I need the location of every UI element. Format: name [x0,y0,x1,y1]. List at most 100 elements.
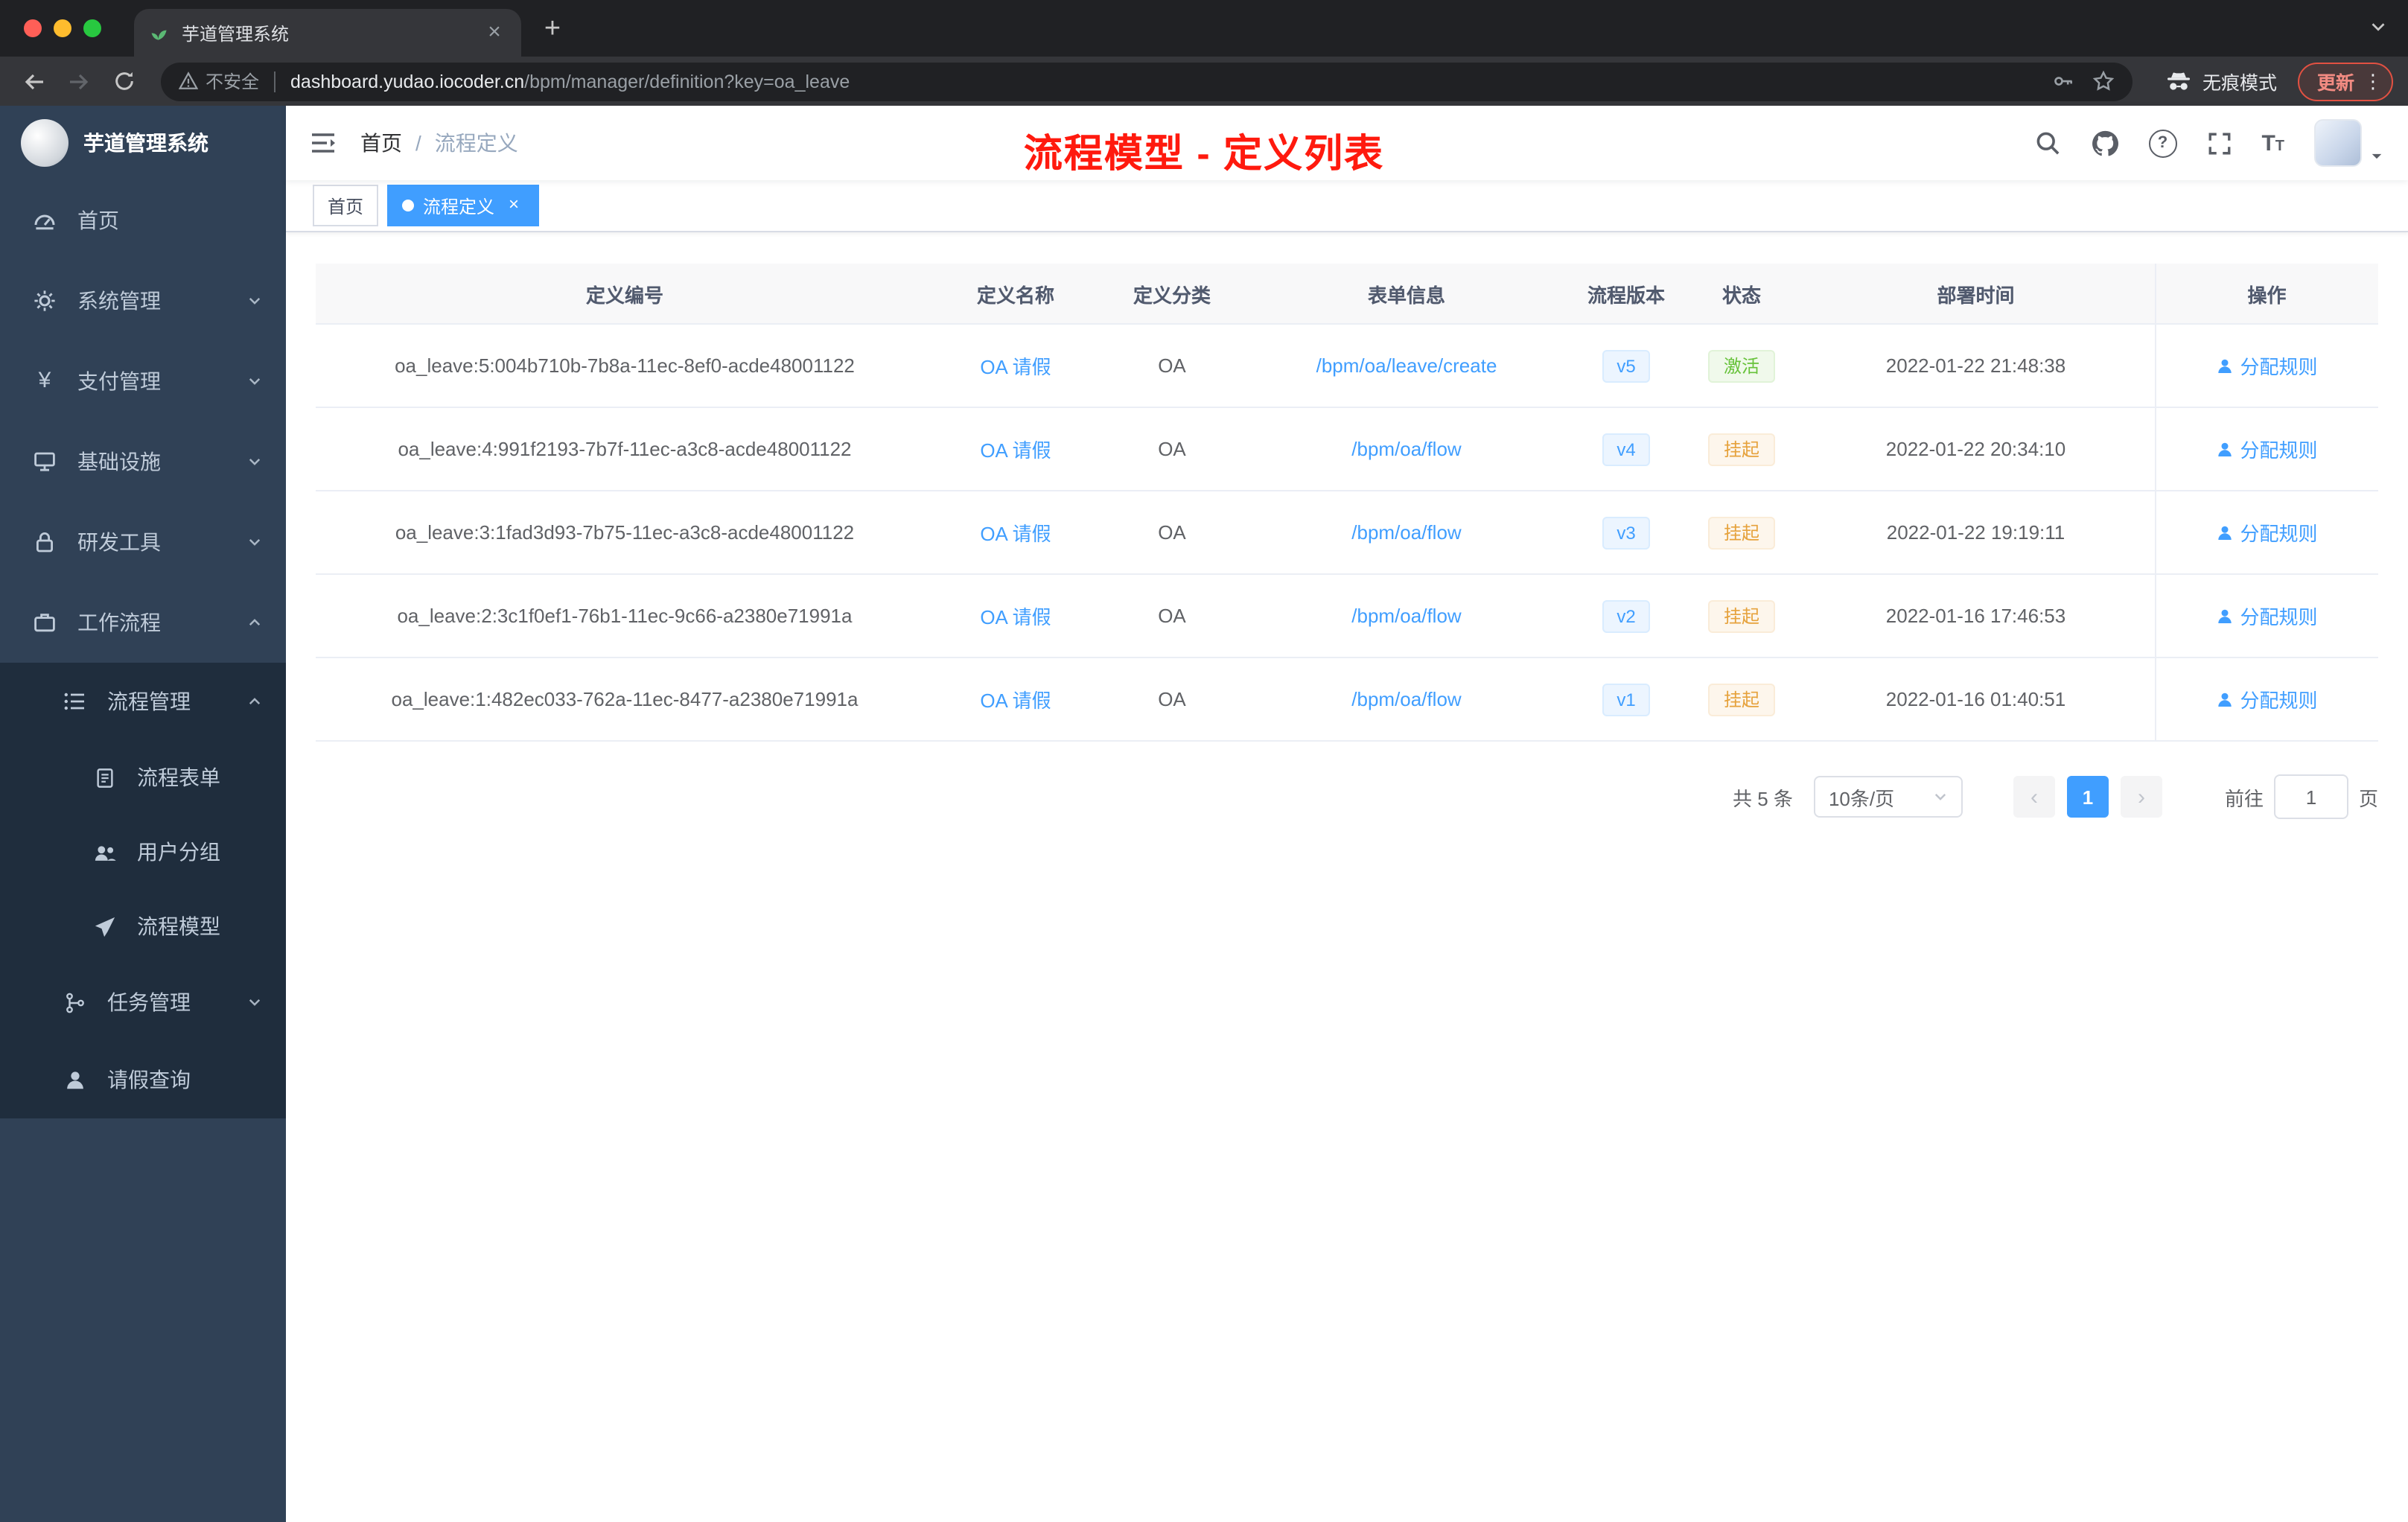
assign-rule-link[interactable]: 分配规则 [2216,518,2318,547]
window-minimize-button[interactable] [54,19,71,37]
tab-close-icon[interactable]: × [482,21,506,45]
definition-name-link[interactable]: OA 请假 [980,606,1051,628]
status-badge: 挂起 [1708,516,1774,549]
form-link[interactable]: /bpm/oa/flow [1351,688,1461,710]
assign-rule-link[interactable]: 分配规则 [2216,685,2318,713]
next-page-button[interactable]: › [2120,776,2162,818]
warning-icon [179,71,198,89]
sidebar-item-task-management[interactable]: 任务管理 [0,964,286,1041]
window-close-button[interactable] [24,19,42,37]
search-icon[interactable] [2033,130,2060,156]
assign-rule-link[interactable]: 分配规则 [2216,435,2318,463]
assign-rule-link[interactable]: 分配规则 [2216,602,2318,630]
browser-tabstrip: 芋道管理系统 × + [0,0,2408,57]
active-dot [402,200,415,211]
breadcrumb-current: 流程定义 [434,131,518,155]
user-menu[interactable] [2314,119,2384,167]
version-badge: v5 [1602,349,1651,382]
tab-search-chevron-icon[interactable] [2369,18,2387,36]
font-size-icon[interactable]: TT [2261,132,2284,154]
reload-button[interactable] [104,62,143,101]
assign-rule-link[interactable]: 分配规则 [2216,351,2318,380]
definition-id: oa_leave:3:1fad3d93-7b75-11ec-a3c8-acde4… [316,491,934,575]
fullscreen-icon[interactable] [2206,130,2232,156]
password-key-icon[interactable] [2052,70,2074,92]
col-definition-category: 定义分类 [1098,264,1246,325]
user-group-icon [92,840,116,864]
form-link[interactable]: /bpm/oa/flow [1351,605,1461,627]
sidebar-item-infrastructure[interactable]: 基础设施 [0,421,286,502]
sidebar: 芋道管理系统 首页 系统管理 ¥ 支付管理 基础设施 研发工具 工作流程 流程管… [0,106,286,1522]
window-controls [0,0,125,57]
new-tab-button[interactable]: + [533,12,572,51]
sidebar-item-process-management[interactable]: 流程管理 [0,663,286,740]
avatar[interactable] [2314,119,2362,167]
help-icon[interactable]: ? [2148,129,2177,157]
chevron-down-icon [247,454,262,469]
status-badge: 挂起 [1708,599,1774,632]
sidebar-item-workflow[interactable]: 工作流程 [0,582,286,663]
page-size-select[interactable]: 10条/页 [1813,776,1963,818]
definition-name-link[interactable]: OA 请假 [980,439,1051,462]
goto-page-input[interactable] [2273,774,2348,819]
sidebar-item-process-form[interactable]: 流程表单 [0,740,286,815]
incognito-icon [2165,69,2192,93]
sidebar-item-process-model[interactable]: 流程模型 [0,889,286,964]
url-text: dashboard.yudao.iocoder.cn/bpm/manager/d… [290,71,850,92]
forward-button[interactable] [60,62,98,101]
sidebar-item-devtools[interactable]: 研发工具 [0,502,286,582]
browser-update-button[interactable]: 更新 ⋮ [2297,62,2393,101]
status-badge: 激活 [1708,349,1774,382]
branch-icon [63,990,86,1014]
browser-menu-icon[interactable]: ⋮ [2363,71,2383,90]
definition-id: oa_leave:1:482ec033-762a-11ec-8477-a2380… [316,657,934,742]
chevron-down-icon [247,995,262,1010]
definition-name-link[interactable]: OA 请假 [980,356,1051,378]
col-status: 状态 [1686,264,1797,325]
sidebar-item-user-group[interactable]: 用户分组 [0,815,286,889]
sidebar-item-home[interactable]: 首页 [0,180,286,261]
pagination-total: 共 5 条 [1733,787,1793,809]
deploy-time: 2022-01-16 01:40:51 [1797,657,2155,742]
github-icon[interactable] [2090,129,2118,157]
sidebar-item-system[interactable]: 系统管理 [0,261,286,341]
deploy-time: 2022-01-22 21:48:38 [1797,324,2155,408]
col-deploy-time: 部署时间 [1797,264,2155,325]
window-zoom-button[interactable] [83,19,101,37]
back-button[interactable] [15,62,54,101]
definition-name-link[interactable]: OA 请假 [980,523,1051,545]
col-form-info: 表单信息 [1246,264,1567,325]
workflow-submenu: 流程管理 流程表单 用户分组 流程模型 任务管理 请假查询 [0,663,286,1118]
definition-name-link[interactable]: OA 请假 [980,690,1051,712]
form-link[interactable]: /bpm/oa/leave/create [1316,354,1497,377]
prev-page-button[interactable]: ‹ [2013,776,2055,818]
form-link[interactable]: /bpm/oa/flow [1351,438,1461,460]
form-link[interactable]: /bpm/oa/flow [1351,521,1461,544]
tag-process-definition[interactable]: 流程定义 × [387,185,540,226]
table-header-row: 定义编号 定义名称 定义分类 表单信息 流程版本 状态 部署时间 操作 [316,264,2378,325]
breadcrumb-home-link[interactable]: 首页 [360,128,402,158]
chevron-down-icon [247,374,262,389]
chevron-down-icon [247,535,262,550]
annotation-title: 流程模型 - 定义列表 [1023,131,1385,176]
sidebar-collapse-button[interactable] [286,128,360,158]
sidebar-item-leave-query[interactable]: 请假查询 [0,1041,286,1118]
table-row: oa_leave:5:004b710b-7b8a-11ec-8ef0-acde4… [316,324,2378,408]
version-badge: v1 [1602,683,1651,716]
address-bar[interactable]: 不安全 dashboard.yudao.iocoder.cn/bpm/manag… [161,62,2133,101]
sidebar-item-payment[interactable]: ¥ 支付管理 [0,341,286,421]
tag-close-icon[interactable]: × [503,194,524,216]
definition-category: OA [1098,407,1246,491]
dashboard-icon [33,208,57,232]
person-icon [2218,525,2232,539]
divider [274,71,276,92]
definition-category: OA [1098,491,1246,575]
page-number-1[interactable]: 1 [2066,776,2109,818]
security-warning[interactable]: 不安全 [179,69,259,94]
logo-title: 芋道管理系统 [83,131,208,155]
monitor-icon [33,450,57,474]
bookmark-star-icon[interactable] [2092,70,2115,92]
tag-home[interactable]: 首页 [313,185,379,226]
favicon [149,22,170,43]
browser-tab[interactable]: 芋道管理系统 × [134,9,521,57]
